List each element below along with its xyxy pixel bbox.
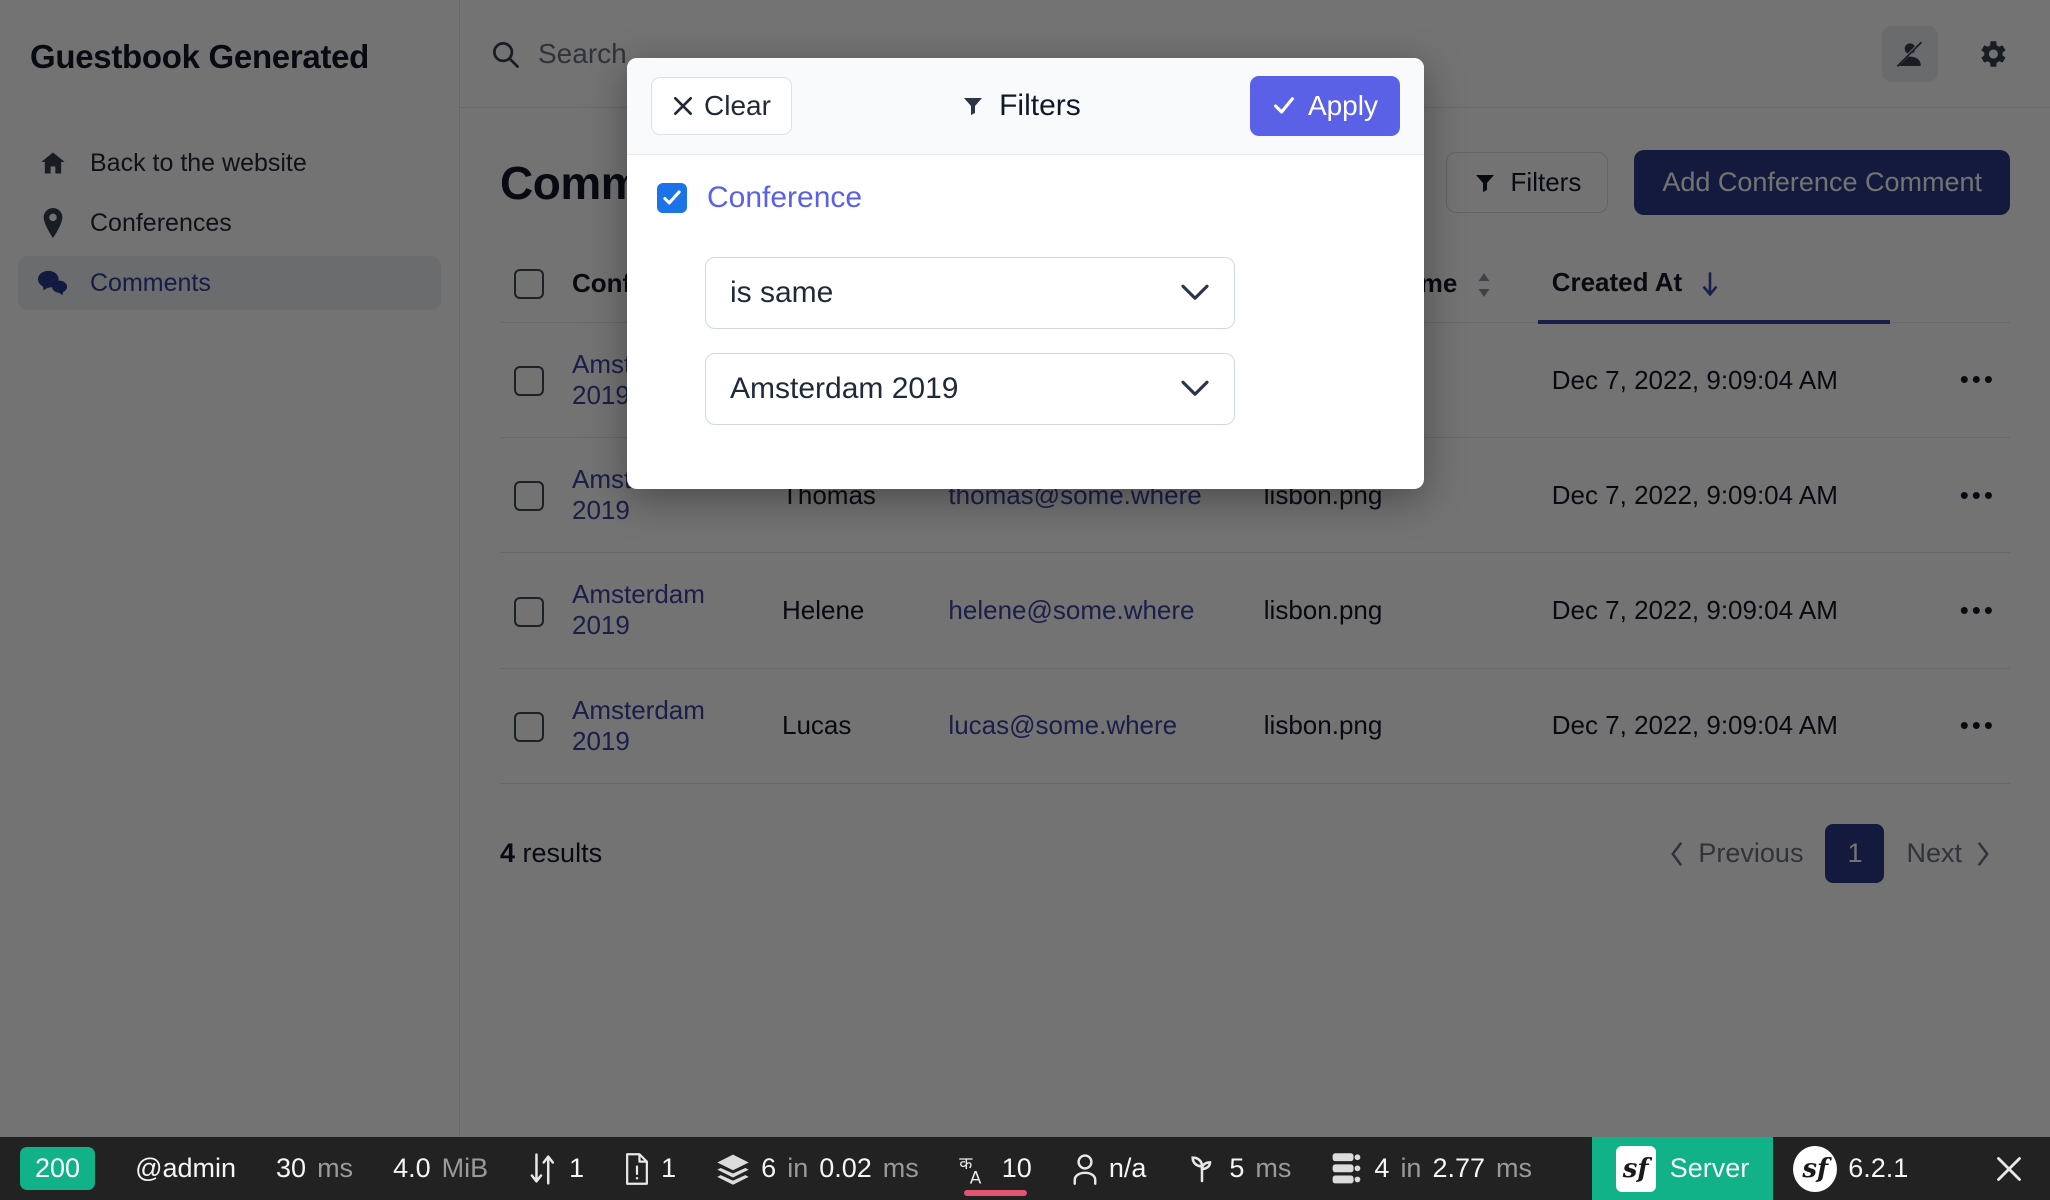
toolbar-close-button[interactable]: [1968, 1137, 2050, 1200]
user-icon: [1072, 1153, 1098, 1185]
toolbar-memory-unit: MiB: [441, 1153, 489, 1183]
check-icon: [663, 190, 681, 205]
filter-icon: [961, 94, 985, 118]
conference-filter-label[interactable]: Conference: [707, 181, 862, 215]
symfony-logo-icon: sf: [1793, 1145, 1838, 1192]
apply-filters-button[interactable]: Apply: [1249, 76, 1400, 136]
filters-modal-title-label: Filters: [999, 89, 1081, 122]
toolbar-user[interactable]: @admin: [115, 1137, 256, 1200]
apply-filters-label: Apply: [1307, 90, 1378, 121]
toolbar-translation[interactable]: क A 10: [939, 1137, 1052, 1200]
conference-value-select[interactable]: Amsterdam 2019: [705, 353, 1235, 425]
status-code-badge: 200: [20, 1147, 96, 1190]
clear-filters-label: Clear: [704, 90, 771, 121]
symfony-glyph: sf: [1622, 1153, 1649, 1184]
check-icon: [1272, 94, 1296, 118]
toolbar-version-label: 6.2.1: [1848, 1153, 1909, 1183]
toolbar-cache[interactable]: 5 ms: [1166, 1137, 1311, 1200]
toolbar-security-user: n/a: [1108, 1153, 1147, 1183]
database-icon: [1331, 1152, 1363, 1186]
toolbar-cache-unit: ms: [1255, 1153, 1292, 1183]
toolbar-twig-count: 6: [761, 1153, 777, 1183]
toolbar-database[interactable]: 4 in 2.77 ms: [1311, 1137, 1552, 1200]
arrows-updown-icon: [528, 1152, 558, 1186]
toolbar-time-value: 30: [276, 1153, 307, 1183]
toolbar-memory[interactable]: 4.0 MiB: [373, 1137, 508, 1200]
toolbar-server-label: Server: [1669, 1153, 1750, 1183]
toolbar-memory-value: 4.0: [393, 1153, 431, 1183]
filters-modal: Clear Filters Apply Conference is same A…: [627, 58, 1424, 489]
toolbar-db-time: 2.77: [1432, 1153, 1486, 1183]
sprout-icon: [1186, 1154, 1218, 1184]
symfony-glyph: sf: [1802, 1153, 1829, 1184]
toolbar-version[interactable]: sf 6.2.1: [1773, 1137, 1928, 1200]
toolbar-twig-unit: ms: [882, 1153, 919, 1183]
filters-modal-header: Clear Filters Apply: [627, 58, 1424, 155]
toolbar-twig-time: 0.02: [819, 1153, 872, 1183]
toolbar-time-unit: ms: [317, 1153, 354, 1183]
toolbar-db-in: in: [1400, 1153, 1422, 1183]
toolbar-twig[interactable]: 6 in 0.02 ms: [696, 1137, 939, 1200]
chevron-down-icon: [1180, 283, 1210, 303]
toolbar-logs-count: 1: [661, 1153, 677, 1183]
toolbar-logs[interactable]: 1: [604, 1137, 696, 1200]
conference-comparator-value: is same: [730, 276, 834, 309]
filters-modal-title: Filters: [961, 89, 1081, 123]
symfony-logo-icon: sf: [1615, 1145, 1656, 1192]
toolbar-cache-time: 5: [1229, 1153, 1245, 1183]
toolbar-status[interactable]: 200: [0, 1137, 115, 1200]
toolbar-db-unit: ms: [1496, 1153, 1533, 1183]
conference-filter-checkbox[interactable]: [657, 183, 687, 213]
layers-icon: [716, 1153, 750, 1185]
conference-value-text: Amsterdam 2019: [730, 372, 959, 405]
toolbar-translation-count: 10: [1001, 1153, 1032, 1183]
close-icon: [1994, 1154, 2024, 1184]
toolbar-twig-in: in: [787, 1153, 809, 1183]
toolbar-time[interactable]: 30 ms: [256, 1137, 373, 1200]
svg-text:A: A: [970, 1168, 982, 1186]
debug-toolbar: 200 @admin 30 ms 4.0 MiB 1 1 6 in 0.02 m…: [0, 1137, 2050, 1200]
chevron-down-icon: [1180, 379, 1210, 399]
toolbar-security[interactable]: n/a: [1052, 1137, 1167, 1200]
close-x-icon: [672, 95, 694, 117]
filters-modal-body: Conference is same Amsterdam 2019: [627, 155, 1424, 489]
toolbar-server[interactable]: sf Server: [1591, 1137, 1774, 1200]
clear-filters-button[interactable]: Clear: [651, 77, 792, 135]
translate-icon: क A: [959, 1152, 991, 1186]
toolbar-db-count: 4: [1374, 1153, 1390, 1183]
toolbar-user-label: @admin: [135, 1153, 237, 1183]
toolbar-forms-count: 1: [569, 1153, 585, 1183]
app-root: Guestbook Generated Back to the website …: [0, 0, 2050, 1200]
conference-filter-row: Conference: [657, 181, 1394, 215]
conference-comparator-select[interactable]: is same: [705, 257, 1235, 329]
toolbar-forms[interactable]: 1: [508, 1137, 604, 1200]
document-alert-icon: [624, 1152, 650, 1185]
